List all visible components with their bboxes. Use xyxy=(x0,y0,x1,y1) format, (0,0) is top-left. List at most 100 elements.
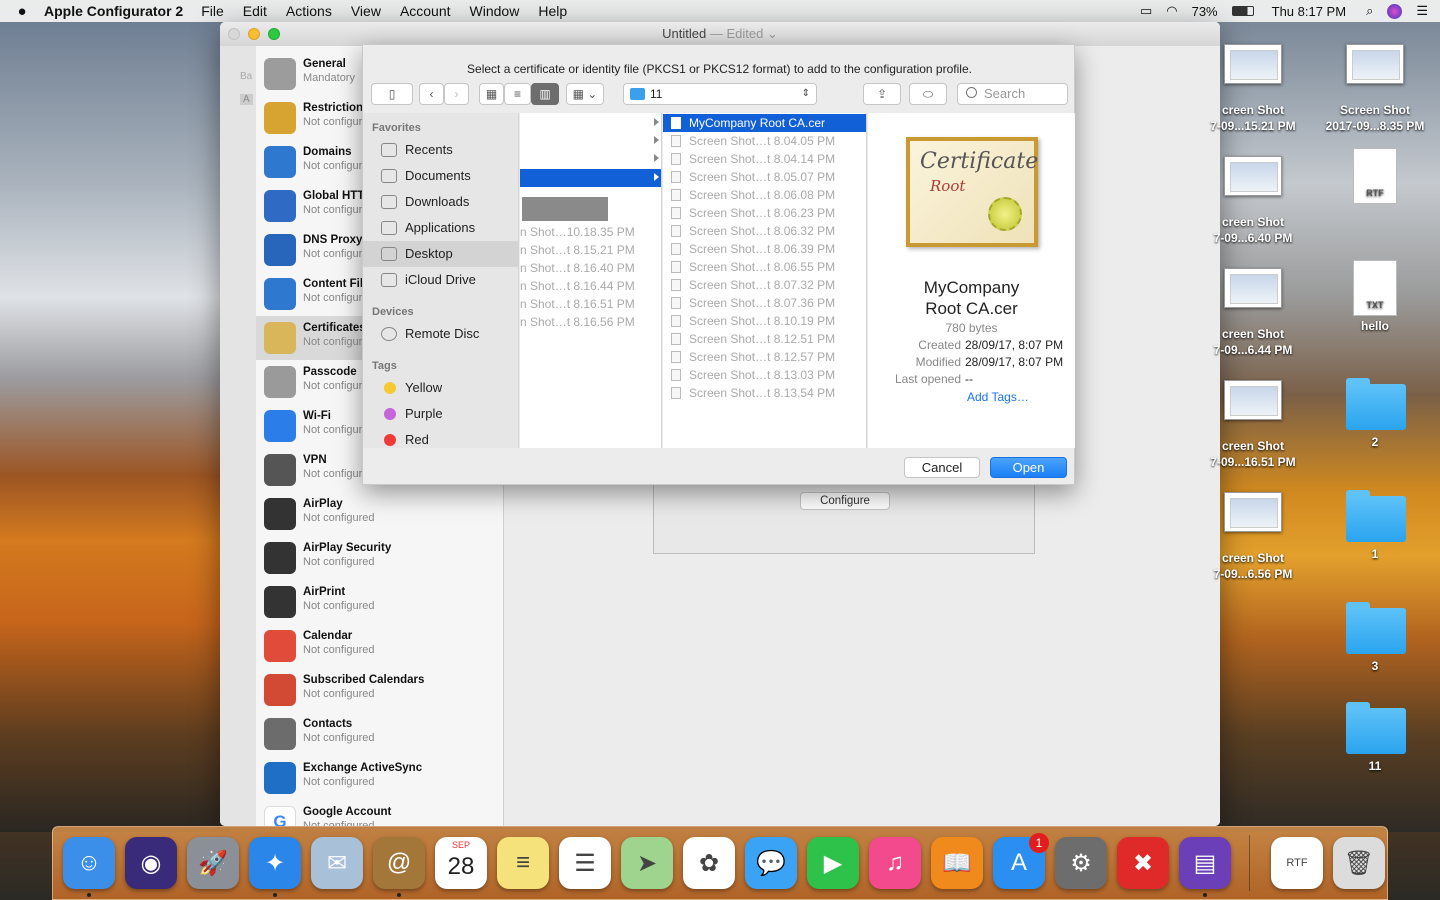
desktop-item-folder[interactable]: 1 xyxy=(1320,488,1430,562)
file-row[interactable]: Screen Shot…t 8.13.54 PM xyxy=(663,384,866,402)
file-row[interactable]: n Shot…10.18.35 PM xyxy=(520,223,661,241)
sidebar-item-icloud-drive[interactable]: iCloud Drive xyxy=(363,267,519,293)
sidebar-item-recents[interactable]: Recents xyxy=(363,137,519,163)
file-row[interactable]: Screen Shot…t 8.06.39 PM xyxy=(663,240,866,258)
toggle-sidebar-button[interactable]: ▯ xyxy=(371,83,413,105)
path-popup[interactable]: 11 ⇕ xyxy=(623,83,817,105)
share-button[interactable]: ⇪ xyxy=(863,83,901,105)
file-row[interactable]: Screen Shot…t 8.07.36 PM xyxy=(663,294,866,312)
safari-icon[interactable]: ✦ xyxy=(249,837,301,889)
siri-menu-icon[interactable] xyxy=(1387,3,1403,19)
desktop-item-folder[interactable]: 2 xyxy=(1320,376,1430,450)
icon-view-button[interactable]: ▦ xyxy=(479,83,504,105)
column-view-button[interactable]: ▥ xyxy=(531,83,559,105)
desktop-item-thumb[interactable]: creen Shot 7-09...6.44 PM xyxy=(1198,268,1308,358)
desktop-item-rtf[interactable]: RTF xyxy=(1320,148,1430,206)
ibooks-icon[interactable]: 📖 xyxy=(931,837,983,889)
desktop-item-thumb[interactable]: creen Shot 7-09...16.51 PM xyxy=(1198,380,1308,470)
sidebar-tag-yellow[interactable]: Yellow xyxy=(363,375,519,401)
notification-center-icon[interactable]: ☰ xyxy=(1416,3,1428,19)
system-preferences-icon[interactable]: ⚙ xyxy=(1055,837,1107,889)
payload-item-airplay-security[interactable]: AirPlay Security Not configured xyxy=(256,536,503,580)
list-view-button[interactable]: ≡ xyxy=(504,83,531,105)
selected-file-row[interactable]: MyCompany Root CA.cer xyxy=(663,114,866,132)
menu-file[interactable]: File xyxy=(201,3,224,19)
payload-item-calendar[interactable]: Calendar Not configured xyxy=(256,624,503,668)
payload-item-airplay[interactable]: AirPlay Not configured xyxy=(256,492,503,536)
battery-icon[interactable] xyxy=(1231,6,1254,16)
launchpad-icon[interactable]: 🚀 xyxy=(187,837,239,889)
calendar-app-icon[interactable]: SEP 28 xyxy=(435,837,487,889)
messages-icon[interactable]: 💬 xyxy=(745,837,797,889)
apple-menu-icon[interactable]: ● xyxy=(0,3,44,20)
file-row[interactable]: Screen Shot…t 8.07.32 PM xyxy=(663,276,866,294)
sidebar-tag-red[interactable]: Red xyxy=(363,427,519,453)
file-row[interactable]: Screen Shot…t 8.10.19 PM xyxy=(663,312,866,330)
reminders-icon[interactable]: ☰ xyxy=(559,837,611,889)
gallery-view-menu-button[interactable]: ▦ ⌄ xyxy=(566,83,604,105)
desktop-item-thumb[interactable]: creen Shot 7-09...6.56 PM xyxy=(1198,492,1308,582)
desktop-item-thumb[interactable]: creen Shot 7-09...15.21 PM xyxy=(1198,44,1308,134)
file-row[interactable]: Screen Shot…t 8.12.57 PM xyxy=(663,348,866,366)
sidebar-item-documents[interactable]: Documents xyxy=(363,163,519,189)
clock[interactable]: Thu 8:17 PM xyxy=(1272,4,1346,19)
file-row[interactable]: n Shot…t 8.16.40 PM xyxy=(520,259,661,277)
menu-window[interactable]: Window xyxy=(470,3,520,19)
payload-item-subscribed-calendars[interactable]: Subscribed Calendars Not configured xyxy=(256,668,503,712)
file-row[interactable]: Screen Shot…t 8.05.07 PM xyxy=(663,168,866,186)
desktop-item-folder[interactable]: 11 xyxy=(1320,700,1430,774)
sidebar-item-applications[interactable]: Applications xyxy=(363,215,519,241)
sidebar-item-remote-disc[interactable]: Remote Disc xyxy=(363,321,519,347)
wifi-status-icon[interactable]: ◠ xyxy=(1166,3,1177,19)
app-store-icon[interactable]: A1 xyxy=(993,833,1049,889)
file-row[interactable]: Screen Shot…t 8.04.14 PM xyxy=(663,150,866,168)
menu-help[interactable]: Help xyxy=(538,3,567,19)
tag-button[interactable]: ⬭ xyxy=(909,83,947,105)
window-title-edited[interactable]: — Edited xyxy=(710,26,763,41)
maps-icon[interactable]: ➤ xyxy=(621,837,673,889)
finder-icon[interactable]: ☺ xyxy=(63,837,115,889)
app-menu[interactable]: Apple Configurator 2 xyxy=(44,3,183,19)
open-button[interactable]: Open xyxy=(990,457,1067,478)
forward-button[interactable]: › xyxy=(444,83,469,105)
configure-button[interactable]: Configure xyxy=(800,492,890,510)
sidebar-item-downloads[interactable]: Downloads xyxy=(363,189,519,215)
file-row[interactable]: Screen Shot…t 8.13.03 PM xyxy=(663,366,866,384)
file-row[interactable]: Screen Shot…t 8.06.32 PM xyxy=(663,222,866,240)
contacts-app-icon[interactable]: @ xyxy=(373,837,425,889)
desktop-item-folder[interactable]: 3 xyxy=(1320,600,1430,674)
rtf-document-icon[interactable]: RTF xyxy=(1271,837,1323,889)
itunes-icon[interactable]: ♫ xyxy=(869,837,921,889)
mail-icon[interactable]: ✉ xyxy=(311,837,363,889)
battery-percent[interactable]: 73% xyxy=(1192,4,1218,19)
file-row[interactable]: Screen Shot…t 8.12.51 PM xyxy=(663,330,866,348)
file-row[interactable]: n Shot…t 8.16.51 PM xyxy=(520,295,661,313)
apple-configurator-icon[interactable]: ▤ xyxy=(1179,837,1231,889)
title-menu-chevron-icon[interactable]: ⌄ xyxy=(767,26,778,41)
facetime-icon[interactable]: ▶ xyxy=(807,837,859,889)
minimize-window-button[interactable] xyxy=(248,28,260,40)
sidebar-tag-purple[interactable]: Purple xyxy=(363,401,519,427)
desktop-item-thumb[interactable]: creen Shot 7-09...6.40 PM xyxy=(1198,156,1308,246)
file-row[interactable]: n Shot…t 8.16.44 PM xyxy=(520,277,661,295)
trash-icon[interactable]: 🗑 xyxy=(1333,837,1385,889)
payload-item-contacts[interactable]: Contacts Not configured xyxy=(256,712,503,756)
sidebar-item-desktop[interactable]: Desktop xyxy=(363,241,519,267)
search-field[interactable]: Search xyxy=(957,83,1068,105)
menu-actions[interactable]: Actions xyxy=(286,3,332,19)
desktop-item-thumb[interactable]: Screen Shot 2017-09...8.35 PM xyxy=(1320,44,1430,134)
spotlight-search-icon[interactable]: ⌕ xyxy=(1366,3,1373,19)
selected-folder-row[interactable] xyxy=(520,169,661,187)
menu-edit[interactable]: Edit xyxy=(243,3,267,19)
zoom-window-button[interactable] xyxy=(268,28,280,40)
payload-item-airprint[interactable]: AirPrint Not configured xyxy=(256,580,503,624)
file-row[interactable]: Screen Shot…t 8.04.05 PM xyxy=(663,132,866,150)
payload-item-google-account[interactable]: G Google Account Not configured xyxy=(256,800,503,826)
menu-account[interactable]: Account xyxy=(400,3,451,19)
close-window-button[interactable] xyxy=(228,28,240,40)
siri-icon[interactable]: ◉ xyxy=(125,837,177,889)
add-tags-link[interactable]: Add Tags… xyxy=(967,390,1029,404)
menu-view[interactable]: View xyxy=(351,3,381,19)
file-row[interactable]: n Shot…t 8.16.56 PM xyxy=(520,313,661,331)
payload-item-exchange-activesync[interactable]: Exchange ActiveSync Not configured xyxy=(256,756,503,800)
